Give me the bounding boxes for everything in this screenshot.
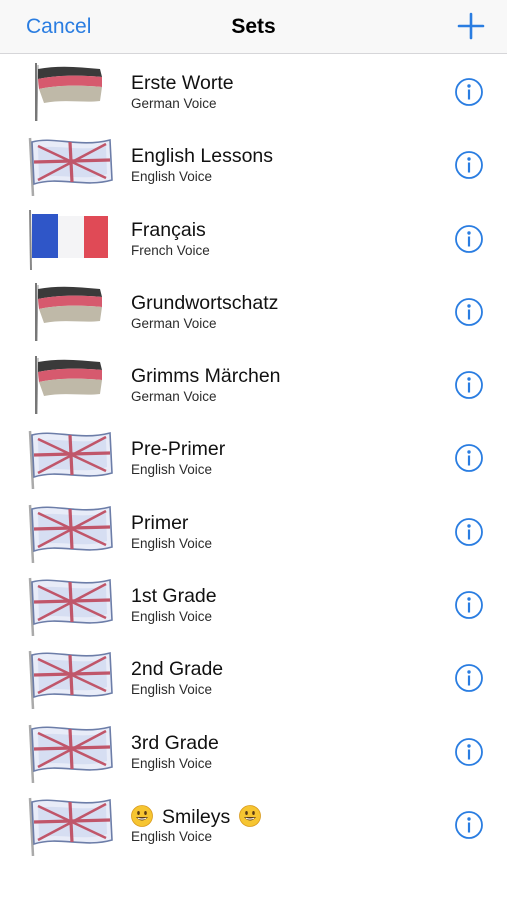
set-title: 3rd Grade [131, 731, 219, 754]
set-title: Pre-Primer [131, 438, 226, 461]
set-title-with-emoji: Smileys [131, 805, 261, 829]
set-title: Erste Worte [131, 72, 234, 94]
set-title: English Lessons [131, 145, 274, 168]
smiley-emoji-icon [239, 805, 261, 827]
uk-flag-icon [24, 501, 116, 563]
set-voice: English Voice [131, 609, 213, 625]
list-item[interactable]: 2nd Grade English Voice [0, 641, 507, 714]
set-title: 2nd Grade [131, 658, 224, 681]
german-flag-icon [24, 281, 116, 343]
uk-flag-icon [24, 574, 116, 636]
list-item[interactable]: 3rd Grade English Voice [0, 715, 507, 788]
uk-flag-icon [24, 134, 116, 196]
set-title: Smileys [162, 805, 231, 828]
set-voice: French Voice [131, 242, 210, 258]
info-icon[interactable] [454, 150, 484, 180]
info-icon[interactable] [454, 810, 484, 840]
uk-flag-icon [24, 721, 116, 783]
german-flag-icon [24, 354, 116, 416]
list-item[interactable]: Primer English Voice [0, 495, 507, 568]
list-item[interactable]: Grundwortschatz German Voice [0, 275, 507, 348]
sets-list: Erste Worte German Voice English Lessons… [0, 55, 507, 861]
smiley-emoji-icon [131, 805, 153, 827]
plus-icon[interactable] [457, 12, 485, 40]
uk-flag-icon [24, 794, 116, 856]
set-voice: German Voice [131, 389, 217, 405]
set-title: Primer [131, 511, 189, 534]
set-title: Grimms Märchen [131, 365, 281, 388]
set-voice: English Voice [131, 755, 213, 771]
set-voice: English Voice [131, 535, 213, 551]
set-voice: English Voice [131, 828, 213, 844]
info-icon[interactable] [454, 737, 484, 767]
set-voice: English Voice [131, 462, 213, 478]
info-icon[interactable] [454, 517, 484, 547]
info-icon[interactable] [454, 224, 484, 254]
set-voice: English Voice [131, 169, 213, 185]
page-title: Sets [231, 15, 276, 38]
list-item[interactable]: 1st Grade English Voice [0, 568, 507, 641]
list-item[interactable]: Erste Worte German Voice [0, 55, 507, 128]
set-title: 1st Grade [131, 585, 217, 608]
list-item[interactable]: Smileys English Voice [0, 788, 507, 861]
set-voice: German Voice [131, 315, 217, 331]
navigation-bar: Cancel Sets [0, 0, 507, 54]
german-flag-icon [24, 61, 116, 123]
set-voice: English Voice [131, 682, 213, 698]
info-icon[interactable] [454, 77, 484, 107]
set-voice: German Voice [131, 96, 217, 111]
info-icon[interactable] [454, 297, 484, 327]
info-icon[interactable] [454, 663, 484, 693]
set-title: Français [131, 218, 206, 241]
list-item[interactable]: English Lessons English Voice [0, 128, 507, 201]
uk-flag-icon [24, 427, 116, 489]
list-item[interactable]: Grimms Märchen German Voice [0, 348, 507, 421]
info-icon[interactable] [454, 590, 484, 620]
list-item[interactable]: Français French Voice [0, 202, 507, 275]
french-flag-icon [24, 208, 116, 270]
set-title: Grundwortschatz [131, 291, 279, 314]
info-icon[interactable] [454, 443, 484, 473]
uk-flag-icon [24, 647, 116, 709]
info-icon[interactable] [454, 370, 484, 400]
list-item[interactable]: Pre-Primer English Voice [0, 421, 507, 494]
